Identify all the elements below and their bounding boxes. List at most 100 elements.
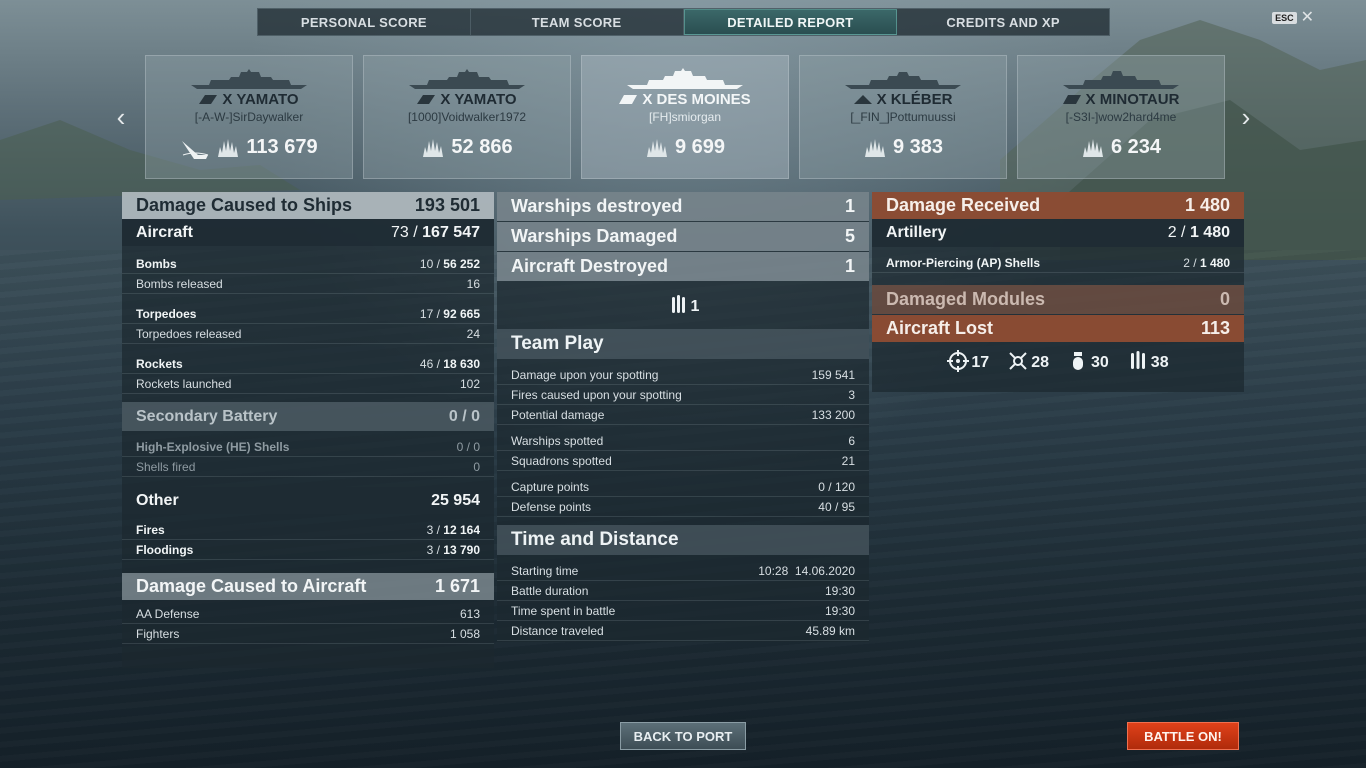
damage-caused-panel: Damage Caused to Ships 193 501 Aircraft … [122, 192, 494, 668]
close-icon: ✕ [1300, 9, 1314, 26]
shells-fired-row: Shells fired 0 [122, 457, 494, 477]
ship-name: X DES MOINES [642, 91, 751, 108]
rockets-launched-row: Rockets launched 102 [122, 374, 494, 394]
player-name: [1000]Voidwalker1972 [407, 110, 527, 124]
player-card[interactable]: X YAMATO [-A-W-]SirDaywalker 113 679 [145, 55, 353, 179]
damage-burst-icon [864, 138, 885, 157]
report-tabs: PERSONAL SCORE TEAM SCORE DETAILED REPOR… [257, 8, 1110, 36]
bombs-row: Bombs 10 / 56 252 [122, 254, 494, 274]
damage-received-panel: Damage Received 1 480 Artillery 2 / 1 480… [872, 192, 1244, 392]
team-row: Damage upon your spotting 159 541 [497, 365, 869, 385]
floodings-row: Floodings 3 / 13 790 [122, 540, 494, 560]
damage-aircraft-header: Damage Caused to Aircraft 1 671 [122, 573, 494, 600]
team-row: Capture points 0 / 120 [497, 477, 869, 497]
battleship-class-icon [199, 95, 218, 104]
tab-detailed-report[interactable]: DETAILED REPORT [683, 9, 898, 35]
aircraft-label: Aircraft [136, 223, 193, 241]
aircraft-hits: 73 [391, 223, 409, 241]
ship-name: X MINOTAUR [1085, 91, 1180, 108]
damage-burst-icon [1082, 138, 1103, 157]
bombs-released-row: Bombs released 16 [122, 274, 494, 294]
damaged-modules-header: Damaged Modules 0 [872, 285, 1244, 314]
fighters-row: Fighters 1 058 [122, 624, 494, 644]
player-name: [-S3I-]wow2hard4me [1065, 110, 1177, 124]
artillery-header: Artillery 2 / 1 480 [872, 219, 1244, 247]
other-header: Other 25 954 [122, 487, 494, 514]
player-card-self[interactable]: X DES MOINES [FH]smiorgan 9 699 [581, 55, 789, 179]
aircraft-damage: 167 547 [422, 223, 480, 241]
shells-count: 1 [690, 298, 700, 315]
shells-summary: 1 [497, 281, 869, 329]
damage-received-header: Damage Received 1 480 [872, 192, 1244, 219]
team-row: Warships spotted 6 [497, 431, 869, 451]
player-card[interactable]: X YAMATO [1000]Voidwalker1972 52 866 [363, 55, 571, 179]
ship-silhouette-icon [1063, 71, 1179, 89]
close-button[interactable]: ESC ✕ [1272, 9, 1314, 26]
ship-silhouette-icon [627, 68, 743, 89]
player-cards: X YAMATO [-A-W-]SirDaywalker 113 679 X Y… [145, 55, 1225, 179]
team-play-title: Team Play [497, 329, 869, 359]
damage-burst-icon [218, 138, 239, 157]
destroyer-class-icon [853, 95, 872, 104]
ship-silhouette-icon [409, 69, 525, 89]
ship-silhouette-icon [191, 69, 307, 89]
ship-sunk-icon [182, 140, 209, 159]
time-row: Starting time 10:28 14.06.2020 [497, 561, 869, 581]
shells-icon [671, 295, 685, 313]
team-row: Potential damage 133 200 [497, 405, 869, 425]
damage-burst-icon [646, 138, 667, 157]
player-card[interactable]: X MINOTAUR [-S3I-]wow2hard4me 6 234 [1017, 55, 1225, 179]
tab-personal-score[interactable]: PERSONAL SCORE [258, 9, 471, 35]
player-card[interactable]: X KLÉBER [_FIN_]Pottumuussi 9 383 [799, 55, 1007, 179]
ship-silhouette-icon [845, 72, 961, 89]
damage-burst-icon [423, 138, 444, 157]
player-name: [FH]smiorgan [648, 110, 722, 124]
aircraft-header: Aircraft 73 / 167 547 [122, 219, 494, 246]
team-row: Defense points 40 / 95 [497, 497, 869, 517]
aircraft-lost-breakdown: 17 28 30 38 [872, 342, 1244, 380]
damage-score: 52 866 [451, 136, 513, 158]
crosshair-icon [947, 350, 970, 372]
tab-team-score[interactable]: TEAM SCORE [471, 9, 684, 35]
torpedoes-row: Torpedoes 17 / 92 665 [122, 304, 494, 324]
warships-panel: Warships destroyed 1 Warships Damaged 5 Ai… [497, 192, 869, 642]
time-row: Battle duration 19:30 [497, 581, 869, 601]
torpedo-icon [1130, 351, 1145, 369]
chevron-right-icon[interactable]: › [1237, 102, 1255, 132]
damage-ships-header: Damage Caused to Ships 193 501 [122, 192, 494, 219]
torpedoes-released-row: Torpedoes released 24 [122, 324, 494, 344]
ap-shells-row: Armor-Piercing (AP) Shells 2 / 1 480 [872, 253, 1244, 273]
player-name: [-A-W-]SirDaywalker [194, 110, 304, 124]
tab-credits-and-xp[interactable]: CREDITS AND XP [897, 9, 1109, 35]
aa-defense-row: AA Defense 613 [122, 604, 494, 624]
damage-score: 6 234 [1110, 136, 1162, 158]
damage-score: 9 699 [674, 136, 726, 158]
battle-on-button[interactable]: BATTLE ON! [1127, 722, 1239, 750]
time-row: Time spent in battle 19:30 [497, 601, 869, 621]
warships-damaged-row: Warships Damaged 5 [497, 222, 869, 251]
bomb-icon [1073, 352, 1083, 370]
time-row: Distance traveled 45.89 km [497, 621, 869, 641]
battleship-class-icon [417, 95, 436, 104]
cruiser-class-icon [1062, 95, 1081, 104]
plane-shot-icon [1009, 352, 1027, 370]
team-row: Squadrons spotted 21 [497, 451, 869, 471]
chevron-left-icon[interactable]: ‹ [112, 102, 130, 132]
warships-destroyed-row: Warships destroyed 1 [497, 192, 869, 221]
damage-ships-value: 193 501 [414, 195, 480, 215]
he-shells-row: High-Explosive (HE) Shells 0 / 0 [122, 437, 494, 457]
ship-name: X YAMATO [222, 91, 299, 108]
cruiser-class-icon [619, 95, 638, 104]
damage-ships-label: Damage Caused to Ships [136, 195, 353, 215]
team-row: Fires caused upon your spotting 3 [497, 385, 869, 405]
rockets-row: Rockets 46 / 18 630 [122, 354, 494, 374]
secondary-battery-header: Secondary Battery 0 / 0 [122, 402, 494, 431]
ship-name: X KLÉBER [876, 91, 953, 108]
back-to-port-button[interactable]: BACK TO PORT [620, 722, 746, 750]
time-distance-title: Time and Distance [497, 525, 869, 555]
player-name: [_FIN_]Pottumuussi [850, 110, 956, 124]
fires-row: Fires 3 / 12 164 [122, 520, 494, 540]
esc-key-hint: ESC [1272, 12, 1297, 24]
damage-score: 113 679 [246, 136, 318, 158]
damage-score: 9 383 [892, 136, 944, 158]
